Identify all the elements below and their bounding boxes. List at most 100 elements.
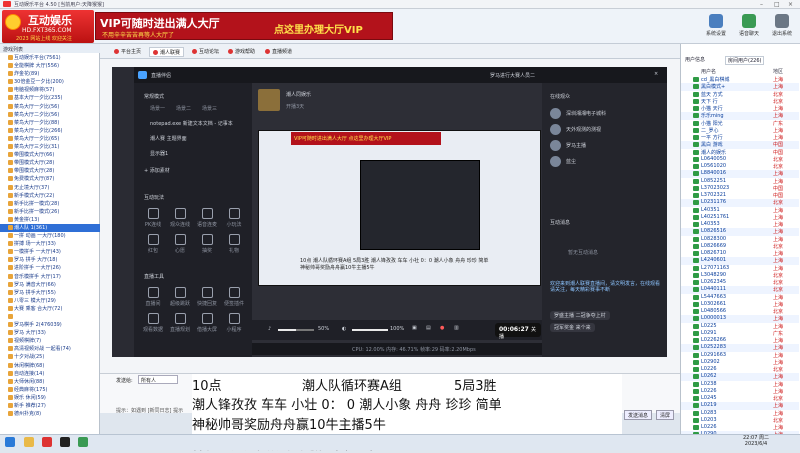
grid-item[interactable]: 借播大屏 — [194, 313, 220, 333]
maximize-icon[interactable]: □ — [774, 1, 780, 8]
user-row[interactable]: L0440111 北京 — [681, 286, 799, 294]
tree-item[interactable]: 罗马 满音大厅(66) — [0, 281, 100, 289]
user-row[interactable]: L0561020 北京 — [681, 163, 799, 170]
user-row[interactable]: 潮人的娱乐 中国 — [681, 149, 799, 156]
tree-item[interactable]: 拼搏 场一大厅(33) — [0, 240, 100, 248]
grid-item[interactable]: 超级跳跃 — [167, 287, 193, 307]
user-row[interactable]: L5447663 上海 — [681, 294, 799, 301]
grid-item[interactable]: 小程序 — [221, 313, 247, 333]
screenshot-icon[interactable]: ▤ — [426, 325, 431, 331]
user-row[interactable]: cd_黑白棋城 上海 — [681, 76, 799, 83]
user-row[interactable]: L0252283 上海 — [681, 344, 799, 352]
user-row[interactable]: L0828300 上海 — [681, 236, 799, 243]
grid-item[interactable]: 便签插件 — [221, 287, 247, 307]
tree-item[interactable]: 菜鸟大厅二夕比(56) — [0, 111, 100, 119]
tree-item[interactable]: 带围模式大厅(28) — [0, 167, 100, 175]
grid-item[interactable]: 抽奖 — [194, 234, 220, 254]
user-row[interactable]: L0226 上海 — [681, 388, 799, 395]
tree-item[interactable]: 八零三 模大厅(29) — [0, 297, 100, 305]
tree-item[interactable]: 带围模式大厅(28) — [0, 159, 100, 167]
user-row[interactable]: L0203 北京 — [681, 417, 799, 424]
tree-item[interactable]: 德州扑克(8) — [0, 410, 100, 418]
exit-system-button[interactable]: 退出系统 — [768, 13, 796, 41]
send-button[interactable]: 发送消息 — [624, 410, 653, 420]
grid-item[interactable]: 直播规划 — [167, 313, 193, 333]
scene-tab-1[interactable]: 场景一 — [150, 105, 165, 112]
user-row[interactable]: L0852251 上海 — [681, 178, 799, 185]
online-user[interactable]: 深圳湘湘电子城科 — [550, 107, 660, 121]
live-app-taskbar-icon[interactable] — [60, 437, 70, 447]
user-row[interactable]: 黑白模式+ 上海 — [681, 83, 799, 91]
tree-item[interactable]: 黄金拼(13) — [0, 216, 100, 224]
online-user[interactable]: 天外观测的测视 — [550, 123, 660, 137]
user-row[interactable]: L0302661 上海 — [681, 301, 799, 308]
tab-league[interactable]: 潮人联赛 — [149, 47, 185, 57]
tab-room-users[interactable]: 房间用户(226) — [725, 56, 765, 65]
site-logo[interactable]: 互动娱乐 HD.FXT365.COM 2023 网站上线 欢迎关注 — [2, 10, 94, 43]
user-row[interactable]: 二_罗心 上海 — [681, 127, 799, 134]
user-row[interactable]: 黑白 游戏 中国 — [681, 141, 799, 149]
tree-item[interactable]: 免费模式大厅(87) — [0, 175, 100, 183]
user-row[interactable]: L0226 上海 — [681, 424, 799, 431]
explorer-icon[interactable] — [24, 437, 34, 447]
source-item-2[interactable]: 潮人赛 主题界面 — [150, 135, 187, 142]
user-row[interactable]: L8840016 上海 — [681, 170, 799, 178]
tree-item[interactable]: 罗马 拼手 大厅(18) — [0, 256, 100, 264]
user-row[interactable]: L0226 北京 — [681, 366, 799, 373]
tree-item[interactable]: 进阶拼手 一大厅(26) — [0, 264, 100, 272]
user-row[interactable]: L0226266 上海 — [681, 337, 799, 344]
camera-icon[interactable]: ▣ — [412, 325, 417, 331]
tree-item[interactable]: 自动连接(14) — [0, 370, 100, 378]
chat-app-icon[interactable] — [78, 437, 88, 447]
speaker-volume-slider[interactable] — [352, 329, 388, 331]
user-row[interactable]: L4240601 上海 — [681, 257, 799, 265]
game-client-icon[interactable] — [42, 437, 52, 447]
tree-item[interactable]: 罗马 拼手大厅(55) — [0, 289, 100, 297]
grid-item[interactable]: 直播间 — [140, 287, 166, 307]
user-row[interactable]: L0262 上海 — [681, 373, 799, 381]
grid-item[interactable]: 礼物 — [221, 234, 247, 254]
tree-item[interactable]: 大赛 乘客 合大厅(72) — [0, 305, 100, 313]
tree-item[interactable]: 菜鸟大厅一夕比(266) — [0, 127, 100, 135]
tree-item[interactable]: 潮人队 1(361) — [0, 223, 100, 233]
speaker-icon[interactable]: ◐ — [342, 326, 346, 332]
user-row[interactable]: L0826669 北京 — [681, 243, 799, 250]
tree-item[interactable]: 新手比拼一模式(26) — [0, 208, 100, 216]
mic-volume-slider[interactable] — [278, 329, 314, 331]
vip-ad-banner[interactable]: VIP可随时进出满人大厅 不用辛辛苦苦再等人大厅了 点这里办理大厅VIP — [95, 12, 393, 40]
grid-item[interactable]: 心愿 — [167, 234, 193, 254]
tab-live[interactable]: 直播频道 — [262, 47, 295, 57]
tree-item[interactable]: 无止境大厅(37) — [0, 184, 100, 192]
tree-item[interactable]: 30倍金豆一夕比(200) — [0, 78, 100, 86]
user-row[interactable]: L0245 北京 — [681, 395, 799, 402]
tree-item[interactable]: 菜鸟大厅一夕比(88) — [0, 119, 100, 127]
user-row[interactable]: L0480566 北京 — [681, 308, 799, 315]
user-row[interactable]: 乐乐ming 上海 — [681, 112, 799, 120]
close-icon[interactable]: × — [788, 1, 793, 8]
tree-item[interactable] — [0, 313, 100, 321]
scene-tab-3[interactable]: 场景三 — [202, 105, 217, 112]
tree-item[interactable]: 电脑视频麻将(57) — [0, 86, 100, 94]
user-row[interactable]: L27071163 上海 — [681, 265, 799, 272]
clear-button[interactable]: 清屏 — [656, 410, 675, 420]
tree-item[interactable]: 一拼 动画 一大厅(180) — [0, 232, 100, 240]
tree-item[interactable]: 菜鸟大厅一夕比(65) — [0, 135, 100, 143]
tree-item[interactable]: 全能棋牌 大厅(556) — [0, 62, 100, 70]
user-row[interactable]: L0826710 上海 — [681, 250, 799, 257]
user-row[interactable]: L40353 上海 — [681, 221, 799, 228]
grid-item[interactable]: PK连线 — [140, 208, 166, 228]
system-settings-button[interactable]: 系统设置 — [702, 13, 730, 41]
live-close-icon[interactable]: × — [654, 71, 658, 77]
online-user[interactable]: 蓝尘 — [550, 155, 660, 169]
user-row[interactable]: 一平 方行 上海 — [681, 134, 799, 141]
tree-item[interactable]: 高清视频对战 一起看(74) — [0, 345, 100, 353]
tree-item[interactable]: 互动娱乐平台(7561) — [0, 54, 100, 62]
user-row[interactable]: L0000013 上海 — [681, 315, 799, 323]
tree-item[interactable]: 菜鸟大厅三夕比(31) — [0, 143, 100, 151]
grid-item[interactable]: 快捷回复 — [194, 287, 220, 307]
user-row[interactable]: L3048290 北京 — [681, 272, 799, 279]
mic-icon[interactable]: ♪ — [268, 326, 271, 332]
user-row[interactable]: 蓝天 方式 北京 — [681, 91, 799, 98]
source-item-3[interactable]: 显示器1 — [150, 150, 168, 157]
tree-item[interactable]: 经典麻将(175) — [0, 386, 100, 394]
